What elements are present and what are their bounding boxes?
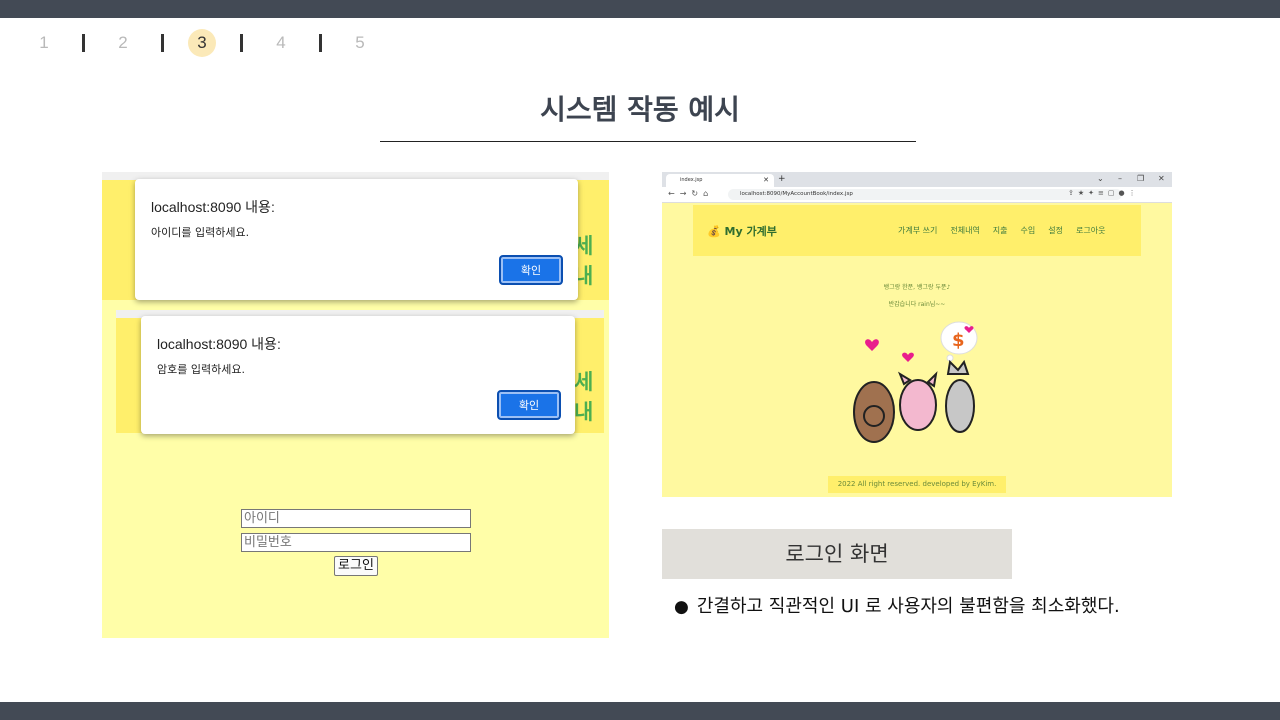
pager-divider xyxy=(240,34,243,52)
main-page-screenshot: index.jsp ✕ + ⌄ – ❐ ✕ ←→↻⌂ localhost:809… xyxy=(662,172,1172,497)
menu-settings[interactable]: 설정 xyxy=(1048,225,1063,236)
description-bullet: ● 간결하고 직관적인 UI 로 사용자의 불편함을 최소화했다. xyxy=(674,592,1120,618)
caption-label: 로그인 화면 xyxy=(662,529,1012,579)
close-window-icon[interactable]: ✕ xyxy=(1158,174,1165,183)
id-input[interactable]: 아이디 xyxy=(241,509,471,528)
minimize-icon[interactable]: – xyxy=(1118,174,1122,183)
menu-all[interactable]: 전체내역 xyxy=(950,225,979,236)
slide-pager: 1 2 3 4 5 xyxy=(28,28,376,58)
chevron-down-icon[interactable]: ⌄ xyxy=(1097,174,1104,183)
dollar-icon: $ xyxy=(952,330,965,351)
bottom-bar xyxy=(0,702,1280,720)
extensions-icon[interactable]: ⇪★✦≡▢●⋮ xyxy=(1068,189,1140,197)
slide-title: 시스템 작동 예시 xyxy=(540,93,740,126)
greeting-line-2: 반갑습니다 rain님~~ xyxy=(888,301,946,308)
menu-income[interactable]: 수입 xyxy=(1021,225,1036,236)
spacer xyxy=(102,300,609,310)
alert-dialog-password: localhost:8090 내용: 암호를 입력하세요. 확인 xyxy=(141,316,575,434)
url-field[interactable]: localhost:8090/MyAccountBook/index.jsp xyxy=(728,189,1122,200)
peek-text: 세내 xyxy=(574,234,594,288)
nav-buttons-icon[interactable]: ←→↻⌂ xyxy=(668,189,713,198)
top-bar xyxy=(0,0,1280,18)
menu-expense[interactable]: 지출 xyxy=(993,225,1008,236)
page-5[interactable]: 5 xyxy=(344,33,376,53)
site-footer: 2022 All right reserved. developed by Ey… xyxy=(828,476,1006,493)
alert-dialog-id: localhost:8090 내용: 아이디를 입력하세요. 확인 xyxy=(135,179,578,300)
dialog-title: localhost:8090 내용: xyxy=(157,336,281,352)
site-logo[interactable]: 💰 My 가계부 xyxy=(707,223,777,239)
tab-title: index.jsp xyxy=(680,177,703,183)
heart-icon xyxy=(865,339,879,351)
pager-divider xyxy=(319,34,322,52)
new-tab-icon[interactable]: + xyxy=(778,174,786,184)
ok-button[interactable]: 확인 xyxy=(499,255,563,285)
peek-text: 세내 xyxy=(574,370,594,424)
login-alert-screenshot: 세내 세내 localhost:8090 내용: 아이디를 입력하세요. 확인 … xyxy=(102,172,609,638)
page-4[interactable]: 4 xyxy=(265,33,297,53)
pig-icon xyxy=(897,371,938,431)
squirrel-icon xyxy=(853,381,895,443)
pager-divider xyxy=(82,34,85,52)
bullet-text: 간결하고 직관적인 UI 로 사용자의 불편함을 최소화했다. xyxy=(696,596,1120,617)
password-input[interactable]: 비밀번호 xyxy=(241,533,471,552)
animal-illustration: $ xyxy=(853,321,978,443)
restore-icon[interactable]: ❐ xyxy=(1137,174,1144,183)
site-navbar: 💰 My 가계부 가계부 쓰기 전체내역 지출 수입 설정 로그아웃 xyxy=(693,205,1141,256)
dialog-title: localhost:8090 내용: xyxy=(151,199,275,215)
menu-logout[interactable]: 로그아웃 xyxy=(1076,225,1105,236)
heart-icon xyxy=(902,352,914,362)
cat-icon xyxy=(945,359,975,433)
bullet-marker: ● xyxy=(674,597,689,617)
browser-tab-bar: index.jsp ✕ + ⌄ – ❐ ✕ xyxy=(662,172,1172,187)
close-icon[interactable]: ✕ xyxy=(763,174,769,187)
dialog-message: 아이디를 입력하세요. xyxy=(151,226,250,239)
title-underline xyxy=(380,141,916,142)
browser-tab[interactable]: index.jsp ✕ xyxy=(666,174,774,187)
page-1[interactable]: 1 xyxy=(28,33,60,53)
menu-write[interactable]: 가계부 쓰기 xyxy=(898,225,937,236)
greeting-line-1: 뱅그랑 한푼, 뱅그랑 두푼♪ xyxy=(883,284,951,291)
page-3-active[interactable]: 3 xyxy=(188,29,216,57)
pager-divider xyxy=(161,34,164,52)
dialog-message: 암호를 입력하세요. xyxy=(157,363,245,376)
site-menu: 가계부 쓰기 전체내역 지출 수입 설정 로그아웃 xyxy=(898,225,1118,236)
login-button[interactable]: 로그인 xyxy=(334,556,378,576)
browser-address-bar: ←→↻⌂ localhost:8090/MyAccountBook/index.… xyxy=(662,187,1172,203)
ok-button[interactable]: 확인 xyxy=(497,390,561,420)
page-2[interactable]: 2 xyxy=(107,33,139,53)
